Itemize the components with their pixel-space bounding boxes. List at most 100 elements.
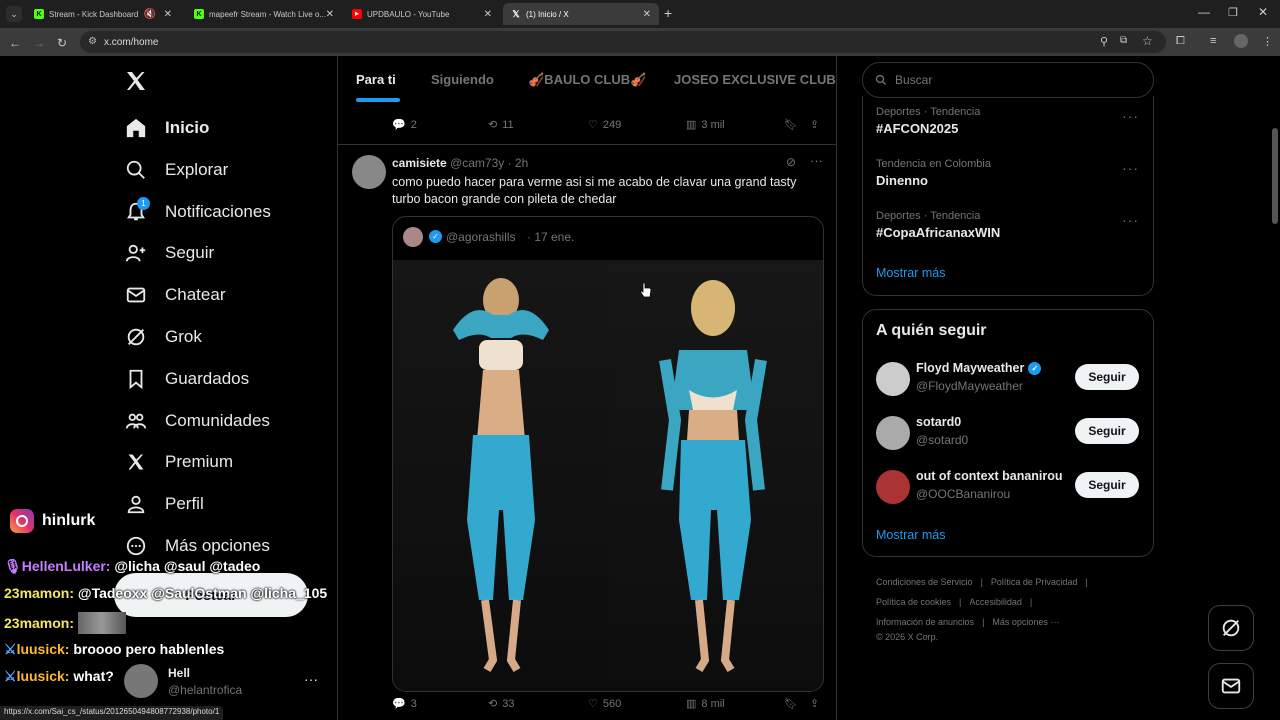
follow-suggestion[interactable]: sotard0 @sotard0 Seguir	[863, 412, 1153, 458]
address-bar[interactable]: ⚙ x.com/home ⚲ ⧉ ☆	[80, 31, 1166, 53]
nav-grok[interactable]: Grok	[125, 322, 202, 352]
bookmark-button[interactable]: 🔖︎	[784, 697, 798, 710]
repost-button[interactable]: ⟲ 11	[488, 118, 514, 132]
avatar[interactable]	[876, 362, 910, 396]
share-button[interactable]: ⇪	[810, 697, 819, 710]
trend-item[interactable]: Deportes · Tendencia #AFCON2025 ···	[863, 106, 1153, 152]
tab-youtube[interactable]: ▶ UPDBAULO - YouTube ✕	[344, 3, 500, 25]
follow-button[interactable]: Seguir	[1075, 418, 1139, 444]
nav-chat[interactable]: Chatear	[125, 280, 225, 310]
show-more-link[interactable]: Mostrar más	[876, 528, 945, 542]
more-dots-icon[interactable]: ···	[1122, 108, 1139, 124]
tab-mapeefr-stream[interactable]: K mapeefr Stream - Watch Live o... ✕	[186, 3, 342, 25]
tab-x-home[interactable]: 𝕏 (1) Inicio / X ✕	[503, 3, 659, 25]
restore-button[interactable]: ❐	[1228, 6, 1238, 19]
media-icon[interactable]: ≡	[1210, 35, 1216, 47]
nav-follow[interactable]: Seguir	[125, 238, 214, 268]
avatar[interactable]	[352, 155, 386, 189]
nav-profile[interactable]: Perfil	[125, 489, 204, 519]
site-info-icon[interactable]: ⚙	[88, 36, 97, 47]
views-button[interactable]: ▥ 3 mil	[686, 118, 725, 132]
user-name[interactable]: sotard0	[916, 415, 961, 429]
post-image[interactable]	[393, 260, 823, 691]
profile-avatar[interactable]	[1234, 34, 1248, 48]
show-more-link[interactable]: Mostrar más	[876, 266, 945, 280]
tab-kick-dashboard[interactable]: K Stream - Kick Dashboard 🔇 ✕	[26, 3, 180, 25]
trend-item[interactable]: Tendencia en Colombia Dinenno ···	[863, 158, 1153, 204]
repost-button[interactable]: ⟲ 33	[488, 697, 514, 711]
post[interactable]: camisiete @cam73y · 2h ⊘ ··· como puedo …	[338, 145, 836, 720]
grok-icon[interactable]: ⊘	[786, 155, 796, 169]
search-input[interactable]: Buscar	[862, 62, 1154, 98]
close-icon[interactable]: ✕	[484, 9, 492, 20]
follow-button[interactable]: Seguir	[1075, 472, 1139, 498]
reply-button[interactable]: 💬 3	[392, 697, 417, 711]
forward-icon[interactable]: →	[33, 36, 45, 50]
more-dots-icon[interactable]: ···	[1122, 212, 1139, 228]
user-name[interactable]: Floyd Mayweather	[916, 361, 1024, 375]
trend-meta: Deportes · Tendencia	[876, 106, 981, 118]
tab-para-ti[interactable]: Para ti	[356, 72, 396, 87]
like-count: 249	[602, 118, 622, 131]
more-dots-icon[interactable]: ···	[1122, 160, 1139, 176]
close-icon[interactable]: ✕	[326, 9, 334, 20]
back-icon[interactable]: ←	[9, 36, 21, 50]
new-tab-button[interactable]: +	[664, 5, 672, 21]
bookmark-button[interactable]: 🔖︎	[784, 118, 798, 131]
like-button[interactable]: ♡ 249	[588, 118, 622, 132]
follow-suggestion[interactable]: out of context bananirou @OOCBananirou S…	[863, 466, 1153, 512]
follow-suggestion[interactable]: Floyd Mayweather ✓ @FloydMayweather Segu…	[863, 358, 1153, 404]
close-icon[interactable]: 🔇	[144, 9, 156, 20]
avatar[interactable]	[876, 470, 910, 504]
post-handle[interactable]: @cam73y	[450, 156, 504, 170]
footer-link[interactable]: Información de anuncios	[876, 617, 974, 627]
nav-home[interactable]: Inicio	[125, 113, 209, 143]
nav-premium[interactable]: Premium	[125, 447, 233, 477]
nav-communities[interactable]: Comunidades	[125, 406, 270, 436]
share-button[interactable]: ⇪	[810, 118, 819, 131]
views-button[interactable]: ▥ 8 mil	[686, 697, 725, 711]
bell-icon: 1	[125, 197, 150, 223]
footer-link[interactable]: Más opciones ···	[992, 617, 1059, 627]
nav-explore[interactable]: Explorar	[125, 155, 228, 185]
reply-button[interactable]: 💬 2	[392, 118, 417, 132]
footer-link[interactable]: Política de Privacidad	[991, 577, 1078, 587]
reload-icon[interactable]: ↻	[57, 36, 67, 50]
close-icon[interactable]: ✕	[164, 9, 172, 20]
user-name[interactable]: out of context bananirou	[916, 469, 1063, 483]
tab-siguiendo[interactable]: Siguiendo	[431, 72, 494, 87]
footer-link[interactable]: Política de cookies	[876, 597, 951, 607]
grok-float-button[interactable]	[1208, 605, 1254, 651]
footer-link[interactable]: Condiciones de Servicio	[876, 577, 973, 587]
extensions-icon[interactable]: ⧠	[1176, 35, 1185, 48]
footer-link[interactable]: Accesibilidad	[969, 597, 1022, 607]
avatar[interactable]	[876, 416, 910, 450]
zoom-icon[interactable]: ⚲	[1100, 35, 1108, 48]
heart-icon: ♡	[588, 119, 598, 131]
chat-message: 23mamon:	[4, 612, 127, 634]
close-icon[interactable]: ✕	[643, 9, 651, 20]
minimize-button[interactable]: —	[1198, 5, 1210, 19]
scrollbar-thumb[interactable]	[1272, 128, 1278, 224]
tab-joseo-club[interactable]: JOSEO EXCLUSIVE CLUB	[674, 72, 836, 87]
install-icon[interactable]: ⧉	[1120, 35, 1127, 46]
nav-notifications[interactable]: 1 Notificaciones	[125, 197, 271, 227]
scrollbar[interactable]	[1270, 56, 1280, 720]
nav-bookmarks[interactable]: Guardados	[125, 364, 249, 394]
messages-float-button[interactable]	[1208, 663, 1254, 709]
x-logo-icon[interactable]	[124, 69, 148, 93]
nav-more[interactable]: Más opciones	[125, 531, 270, 561]
close-window-button[interactable]: ✕	[1258, 5, 1268, 19]
like-button[interactable]: ♡ 560	[588, 697, 621, 711]
account-switcher[interactable]: Hell @helantrofica ···	[122, 660, 332, 704]
follow-button[interactable]: Seguir	[1075, 364, 1139, 390]
post-time[interactable]: · 2h	[508, 156, 529, 170]
tab-search-icon[interactable]: ⌄	[6, 6, 22, 22]
quoted-post[interactable]: ✓ @agorashills · 17 ene.	[392, 216, 824, 692]
trend-item[interactable]: Deportes · Tendencia #CopaAfricanaxWIN ·…	[863, 210, 1153, 256]
more-dots-icon[interactable]: ···	[810, 153, 823, 168]
post-author[interactable]: camisiete	[392, 156, 447, 170]
star-icon[interactable]: ☆	[1142, 34, 1153, 48]
tab-baulo-club[interactable]: 🎻BAULO CLUB🎻	[528, 72, 646, 88]
kebab-menu-icon[interactable]: ⋮	[1262, 35, 1273, 48]
